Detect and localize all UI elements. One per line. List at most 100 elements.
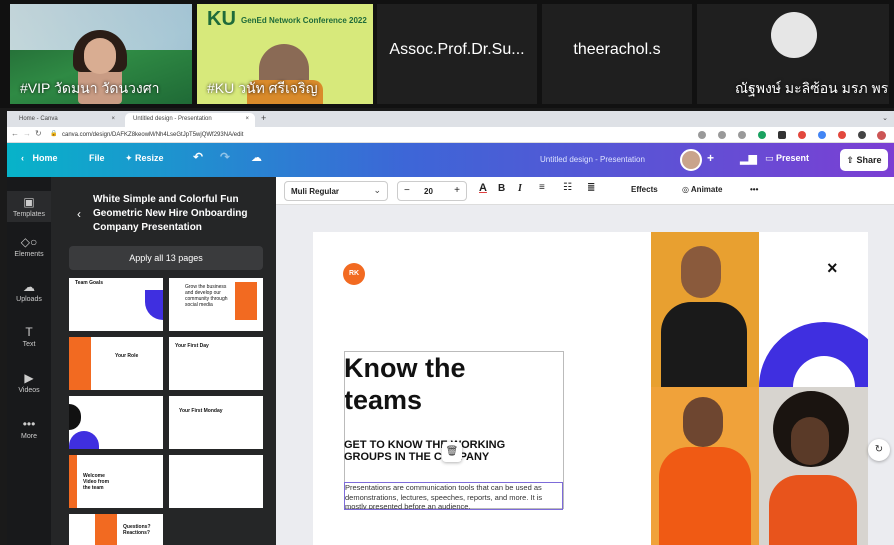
forward-icon[interactable]: → [23, 129, 31, 138]
redo-icon[interactable]: ↷ [220, 150, 230, 164]
animate-button[interactable]: ◎ Animate [682, 185, 722, 194]
side-rail: ▣ Templates ◇○ Elements ☁ Uploads T Text ▶ Vi… [7, 177, 51, 545]
resize-button[interactable]: ✦ Resize [125, 153, 164, 164]
list-icon[interactable]: ☷ [563, 182, 572, 193]
font-select-value: Muli Regular [291, 187, 340, 196]
participant-tile-1[interactable]: #VIP วัดมนา วัดนวงศา [10, 4, 192, 104]
add-collaborator-icon[interactable]: + [707, 151, 714, 165]
template-page-thumb[interactable]: Team Goals [69, 278, 163, 331]
participant-face [84, 38, 116, 74]
participant-tile-4[interactable]: theerachol.s [542, 4, 692, 104]
rail-item-text[interactable]: T Text [7, 325, 51, 348]
document-title[interactable]: Untitled design - Presentation [540, 155, 645, 164]
new-tab-icon[interactable]: + [261, 113, 266, 123]
template-page-thumb[interactable]: Your Role [69, 337, 163, 390]
chevron-down-icon[interactable]: ⌄ [882, 114, 888, 122]
rail-label: Videos [18, 387, 40, 394]
increase-size-button[interactable]: + [454, 185, 460, 196]
template-page-thumb[interactable] [69, 396, 163, 449]
photo-face [681, 246, 721, 298]
avatar-badge: RK [343, 263, 365, 285]
tab-home-canva[interactable]: Home - Canva × [11, 113, 121, 127]
extension-icon[interactable] [718, 131, 726, 139]
extension-icon[interactable] [858, 131, 866, 139]
template-page-thumb[interactable]: Questions? Reactions? [69, 514, 163, 545]
italic-icon[interactable]: I [518, 183, 522, 194]
tab-untitled-design[interactable]: Untitled design - Presentation × [125, 113, 255, 127]
url-field[interactable]: canva.com/design/DAFKZ8keowM/Nh4LseGtJpT… [62, 130, 482, 140]
ku-logo: KU [207, 8, 236, 30]
font-size-input[interactable]: 20 [424, 187, 433, 196]
rail-item-more[interactable]: ••• More [7, 417, 51, 440]
effects-button[interactable]: Effects [631, 185, 658, 194]
close-button[interactable]: × [827, 258, 838, 279]
thumb-shape [69, 431, 99, 449]
extension-icon[interactable] [818, 131, 826, 139]
font-select[interactable]: Muli Regular ⌄ [284, 181, 388, 201]
rail-item-videos[interactable]: ▶ Videos [7, 371, 51, 394]
close-icon[interactable]: × [245, 116, 249, 122]
rail-item-uploads[interactable]: ☁ Uploads [7, 280, 51, 303]
present-button[interactable]: ▭ Present [765, 153, 809, 164]
tab-strip: Home - Canva × Untitled design - Present… [7, 111, 894, 127]
text-color-icon[interactable]: A [479, 182, 487, 194]
photo-man-sunglasses [651, 232, 759, 387]
photo-face [683, 397, 723, 447]
extension-icon[interactable] [838, 131, 846, 139]
collaborator-avatar[interactable] [680, 149, 702, 171]
delete-icon[interactable]: 🗑 [442, 442, 462, 462]
template-page-thumb[interactable]: Grow the business and develop our commun… [169, 278, 263, 331]
template-page-thumb[interactable]: Your First Monday [169, 396, 263, 449]
decrease-size-button[interactable]: − [404, 185, 410, 196]
undo-icon[interactable]: ↶ [193, 150, 203, 164]
share-button[interactable]: ⇧ Share [840, 149, 888, 171]
bold-icon[interactable]: B [498, 183, 505, 194]
extension-icon[interactable] [698, 131, 706, 139]
back-icon[interactable]: ‹ [77, 207, 81, 221]
video-icon: ▶ [24, 371, 34, 385]
extension-icons [686, 131, 886, 140]
share-label: Share [856, 155, 882, 165]
extension-icon[interactable] [738, 131, 746, 139]
file-menu[interactable]: File [89, 153, 105, 163]
participant-name: Assoc.Prof.Dr.Su... [389, 41, 525, 58]
rail-label: Elements [14, 251, 44, 258]
more-icon: ••• [22, 417, 36, 431]
align-left-icon[interactable]: ≡ [539, 182, 545, 193]
thumb-shape [69, 455, 77, 508]
template-page-thumb[interactable]: Welcome Video from the team [69, 455, 163, 508]
template-page-thumb[interactable] [169, 455, 263, 508]
conference-title: GenEd Network Conference 2022 [241, 16, 367, 25]
back-icon[interactable]: ← [11, 129, 19, 138]
cloud-save-icon[interactable]: ☁ [251, 151, 262, 164]
thumb-shape [69, 337, 91, 390]
photo-top [769, 475, 857, 545]
lock-icon: 🔒 [50, 131, 58, 137]
participant-tile-3[interactable]: Assoc.Prof.Dr.Su... [377, 4, 537, 104]
close-icon[interactable]: × [111, 116, 115, 122]
template-page-thumb[interactable]: Your First Day [169, 337, 263, 390]
participant-tile-2[interactable]: KU GenEd Network Conference 2022 #KU วนั… [197, 4, 373, 104]
photo-face [791, 417, 829, 465]
refresh-icon[interactable]: ↻ [868, 439, 890, 461]
thumb-shape [95, 514, 117, 545]
participant-tile-5[interactable]: ณัฐพงษ์ มะลิซ้อน มรภ พร... [697, 4, 889, 104]
rail-item-elements[interactable]: ◇○ Elements [7, 235, 51, 258]
extension-icon[interactable] [778, 131, 786, 139]
meeting-participant-strip: #VIP วัดมนา วัดนวงศา KU GenEd Network Co… [0, 0, 894, 108]
home-button[interactable]: ‹ Home [21, 153, 58, 163]
spacing-icon[interactable]: ≣ [587, 182, 595, 193]
rail-item-templates[interactable]: ▣ Templates [7, 191, 51, 222]
slide-body-text[interactable]: Presentations are communication tools th… [344, 482, 563, 510]
text-icon: T [25, 325, 33, 339]
address-bar: ← → ↻ 🔒 canva.com/design/DAFKZ8keowM/Nh4… [7, 127, 894, 143]
reload-icon[interactable]: ↻ [35, 129, 42, 138]
profile-avatar[interactable] [877, 131, 886, 140]
apply-all-pages-button[interactable]: Apply all 13 pages [69, 246, 263, 270]
slide-canvas[interactable]: RK Know the teams GET TO KNOW THE WORKIN… [313, 232, 868, 545]
more-options-button[interactable]: ••• [750, 185, 758, 194]
extension-icon[interactable] [798, 131, 806, 139]
extension-icon[interactable] [758, 131, 766, 139]
chevron-down-icon: ⌄ [373, 185, 381, 195]
insights-icon[interactable]: ▂▆ [740, 152, 757, 165]
